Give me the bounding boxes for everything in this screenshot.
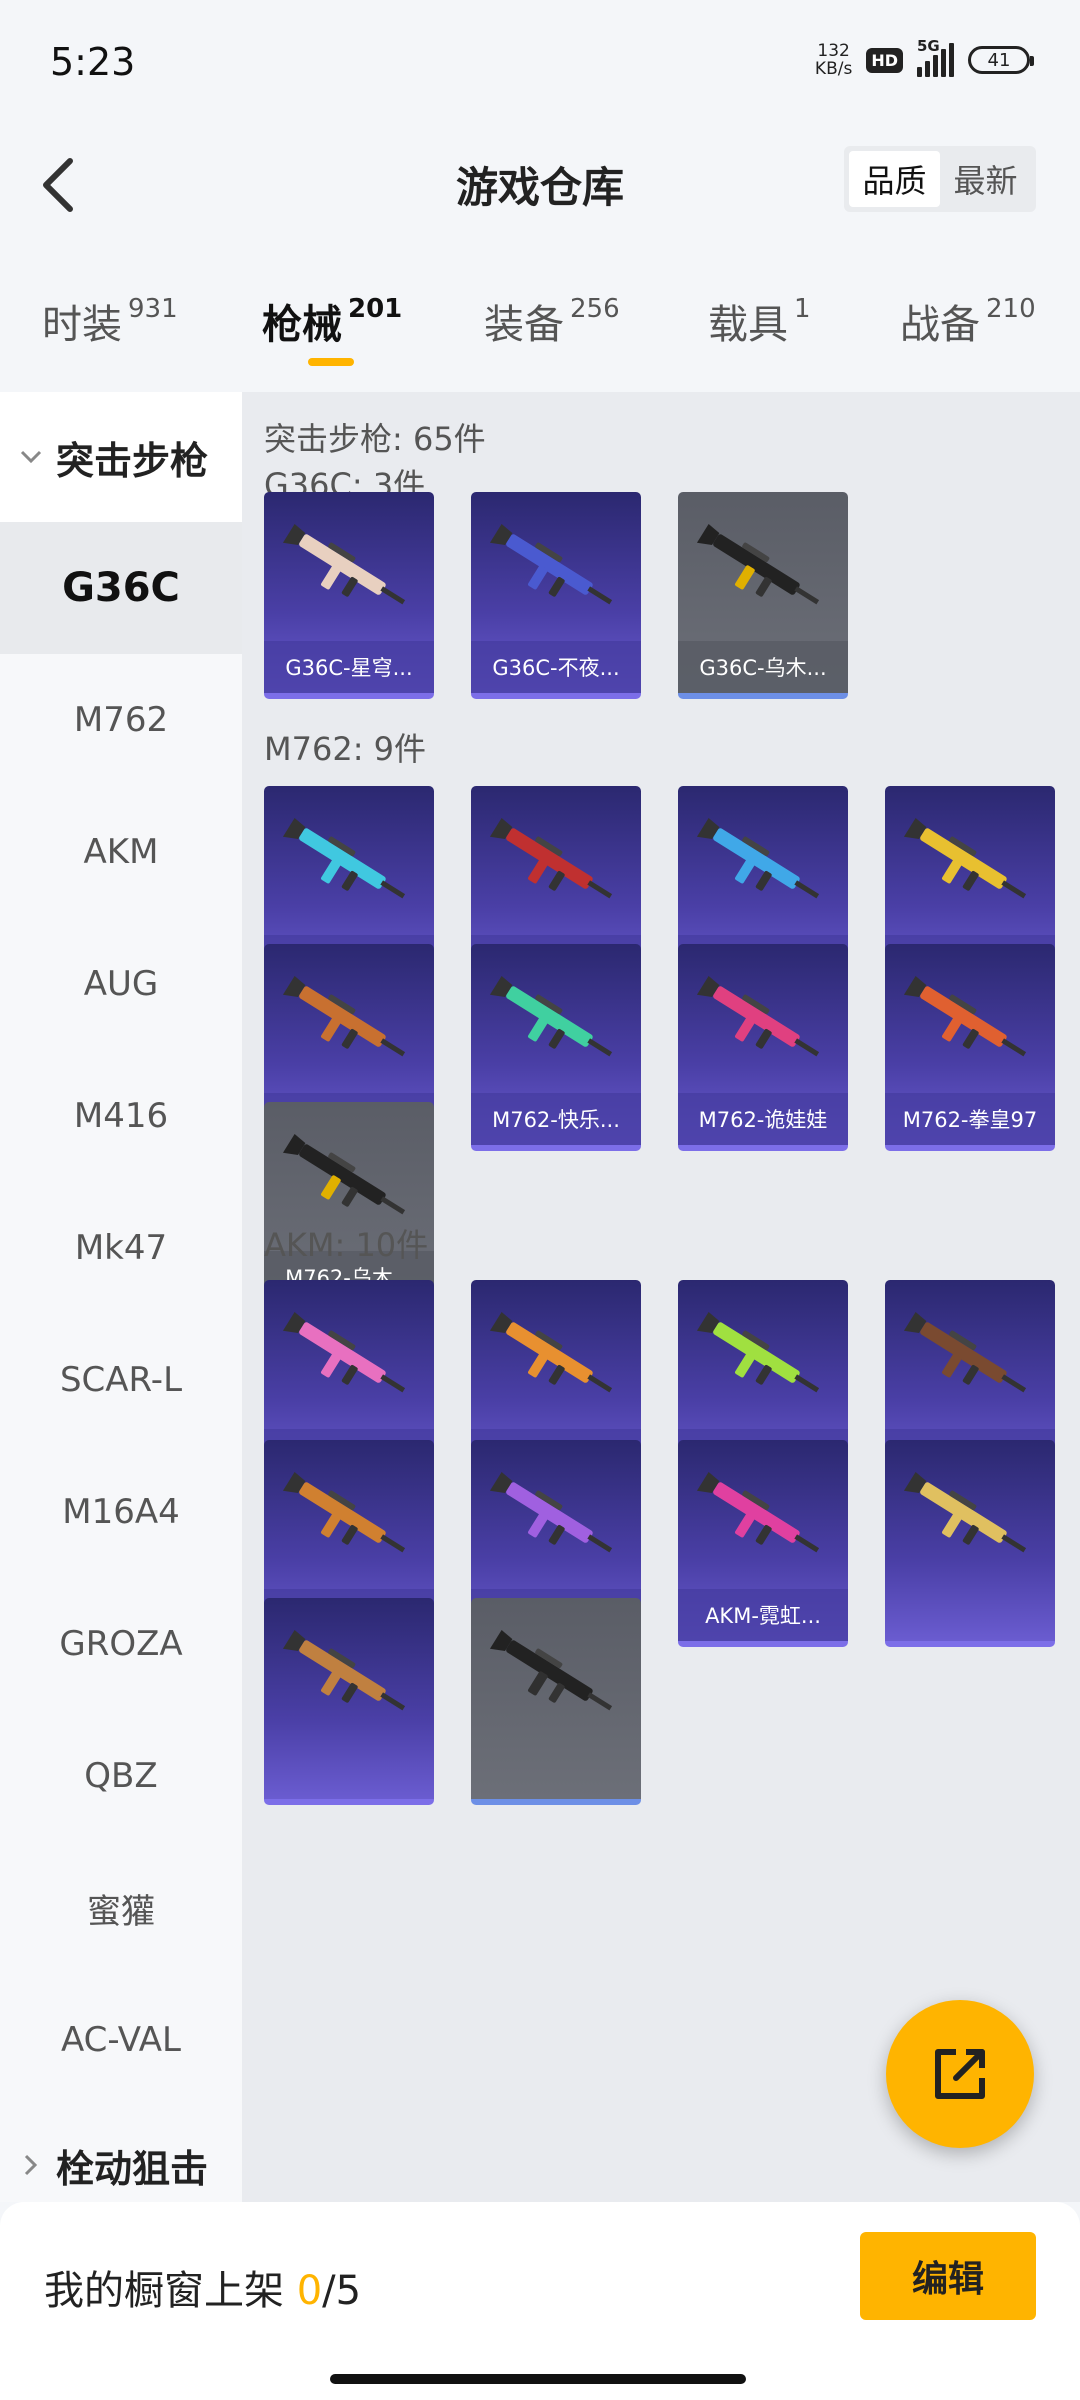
weapon-skin-image	[282, 976, 406, 1057]
category-tabs: 时装 931 枪械 201 装备 256 载具 1 战备 210	[0, 270, 1080, 380]
chevron-down-icon	[16, 450, 46, 464]
home-indicator[interactable]	[330, 2374, 746, 2384]
weapon-skin-image	[903, 976, 1027, 1057]
weapon-skin-image	[489, 976, 613, 1057]
weapon-skin-image	[903, 1472, 1027, 1553]
weapon-skin-image	[696, 524, 820, 605]
showcase-status: 我的橱窗上架 0/5	[44, 2268, 362, 2314]
sidebar-item-weapon[interactable]: G36C	[0, 522, 242, 654]
sidebar-item-weapon[interactable]: Mk47	[0, 1182, 242, 1314]
sidebar-item-weapon[interactable]: AKM	[0, 786, 242, 918]
tab-vehicles[interactable]: 载具 1	[708, 292, 811, 350]
sidebar-item-weapon[interactable]: SCAR-L	[0, 1314, 242, 1446]
sort-option-quality[interactable]: 品质	[849, 151, 940, 207]
weapon-skin-image	[489, 1472, 613, 1553]
tab-supplies[interactable]: 战备 210	[900, 292, 1036, 350]
edit-button[interactable]: 编辑	[860, 2232, 1036, 2320]
network-speed: 132 KB/s	[814, 41, 853, 79]
weapon-skin-image	[282, 1630, 406, 1711]
sort-toggle[interactable]: 品质 最新	[844, 146, 1036, 212]
tab-equipment[interactable]: 装备 256	[484, 292, 620, 350]
sort-option-newest[interactable]: 最新	[940, 151, 1031, 207]
active-tab-indicator	[308, 358, 354, 366]
bottom-bar: 我的橱窗上架 0/5 编辑	[0, 2202, 1080, 2400]
weapon-skin-name: AKM-霓虹...	[678, 1589, 848, 1641]
showcase-count: 0	[296, 2268, 323, 2314]
chevron-right-icon	[16, 2154, 46, 2176]
weapon-skin-image	[282, 1472, 406, 1553]
weapon-skin-image	[903, 818, 1027, 899]
weapon-skin-image	[489, 1630, 613, 1711]
status-icons: 132 KB/s HD 5G 41	[814, 37, 1034, 79]
weapon-skin-card[interactable]: M762-诡娃娃	[678, 944, 848, 1151]
weapon-skin-image	[489, 1312, 613, 1393]
sidebar-group-assault-rifles[interactable]: 突击步枪	[0, 392, 242, 522]
section-title: M762: 9件	[264, 730, 427, 768]
weapon-skin-image	[696, 1312, 820, 1393]
weapon-type-sidebar: 突击步枪 G36C M762 AKM AUG M416 Mk47 SCAR-L M16A4 GR…	[0, 392, 242, 2202]
weapon-skin-card[interactable]: G36C-不夜...	[471, 492, 641, 699]
weapon-skin-image	[696, 818, 820, 899]
status-time: 5:23	[50, 40, 136, 84]
sidebar-item-weapon[interactable]: QBZ	[0, 1710, 242, 1842]
tab-firearms[interactable]: 枪械 201	[262, 292, 402, 350]
weapon-skin-card[interactable]: M762-乌木...	[264, 1102, 434, 1309]
battery-icon: 41	[968, 46, 1034, 74]
share-button[interactable]	[886, 2000, 1034, 2148]
weapon-skin-name: G36C-乌木...	[678, 641, 848, 693]
weapon-skin-image	[282, 1312, 406, 1393]
sidebar-item-weapon[interactable]: GROZA	[0, 1578, 242, 1710]
weapon-skin-name: G36C-不夜...	[471, 641, 641, 693]
weapon-skin-image	[903, 1312, 1027, 1393]
weapon-skin-name: M762-快乐...	[471, 1093, 641, 1145]
external-link-icon	[935, 2049, 985, 2099]
header: 游戏仓库 品质 最新	[0, 130, 1080, 240]
weapon-skin-card[interactable]	[471, 1598, 641, 1805]
sidebar-item-weapon[interactable]: AUG	[0, 918, 242, 1050]
weapon-skin-card[interactable]: G36C-乌木...	[678, 492, 848, 699]
weapon-skin-image	[489, 524, 613, 605]
weapon-skin-card[interactable]	[885, 1440, 1055, 1647]
weapon-skin-name: M762-拳皇97	[885, 1093, 1055, 1145]
category-title: 突击步枪: 65件	[264, 420, 486, 458]
weapon-skin-card[interactable]: G36C-星穹...	[264, 492, 434, 699]
sidebar-item-weapon[interactable]: M16A4	[0, 1446, 242, 1578]
status-bar: 5:23 132 KB/s HD 5G 41	[0, 0, 1080, 130]
weapon-skin-image	[489, 818, 613, 899]
weapon-skin-image	[696, 976, 820, 1057]
item-grid[interactable]: 突击步枪: 65件 G36C: 3件 G36C-星穹... G36C-不夜... G3…	[242, 392, 1080, 2202]
section-title: AKM: 10件	[264, 1226, 429, 1264]
sidebar-item-weapon[interactable]: M762	[0, 654, 242, 786]
weapon-skin-card[interactable]: M762-拳皇97	[885, 944, 1055, 1151]
weapon-skin-name: G36C-星穹...	[264, 641, 434, 693]
sidebar-group-bolt-action[interactable]: 栓动狙击	[0, 2110, 242, 2202]
sidebar-item-weapon[interactable]: M416	[0, 1050, 242, 1182]
hd-icon: HD	[866, 47, 903, 73]
weapon-skin-image	[282, 524, 406, 605]
sidebar-item-weapon[interactable]: 蜜獾	[0, 1842, 242, 1974]
weapon-skin-card[interactable]	[264, 1598, 434, 1805]
weapon-skin-card[interactable]: AKM-霓虹...	[678, 1440, 848, 1647]
signal-icon: 5G	[917, 37, 954, 77]
weapon-skin-card[interactable]: M762-快乐...	[471, 944, 641, 1151]
weapon-skin-image	[696, 1472, 820, 1553]
weapon-skin-image	[282, 818, 406, 899]
weapon-skin-name: M762-诡娃娃	[678, 1093, 848, 1145]
sidebar-item-weapon[interactable]: AC-VAL	[0, 1974, 242, 2106]
tab-outfits[interactable]: 时装 931	[42, 292, 178, 350]
